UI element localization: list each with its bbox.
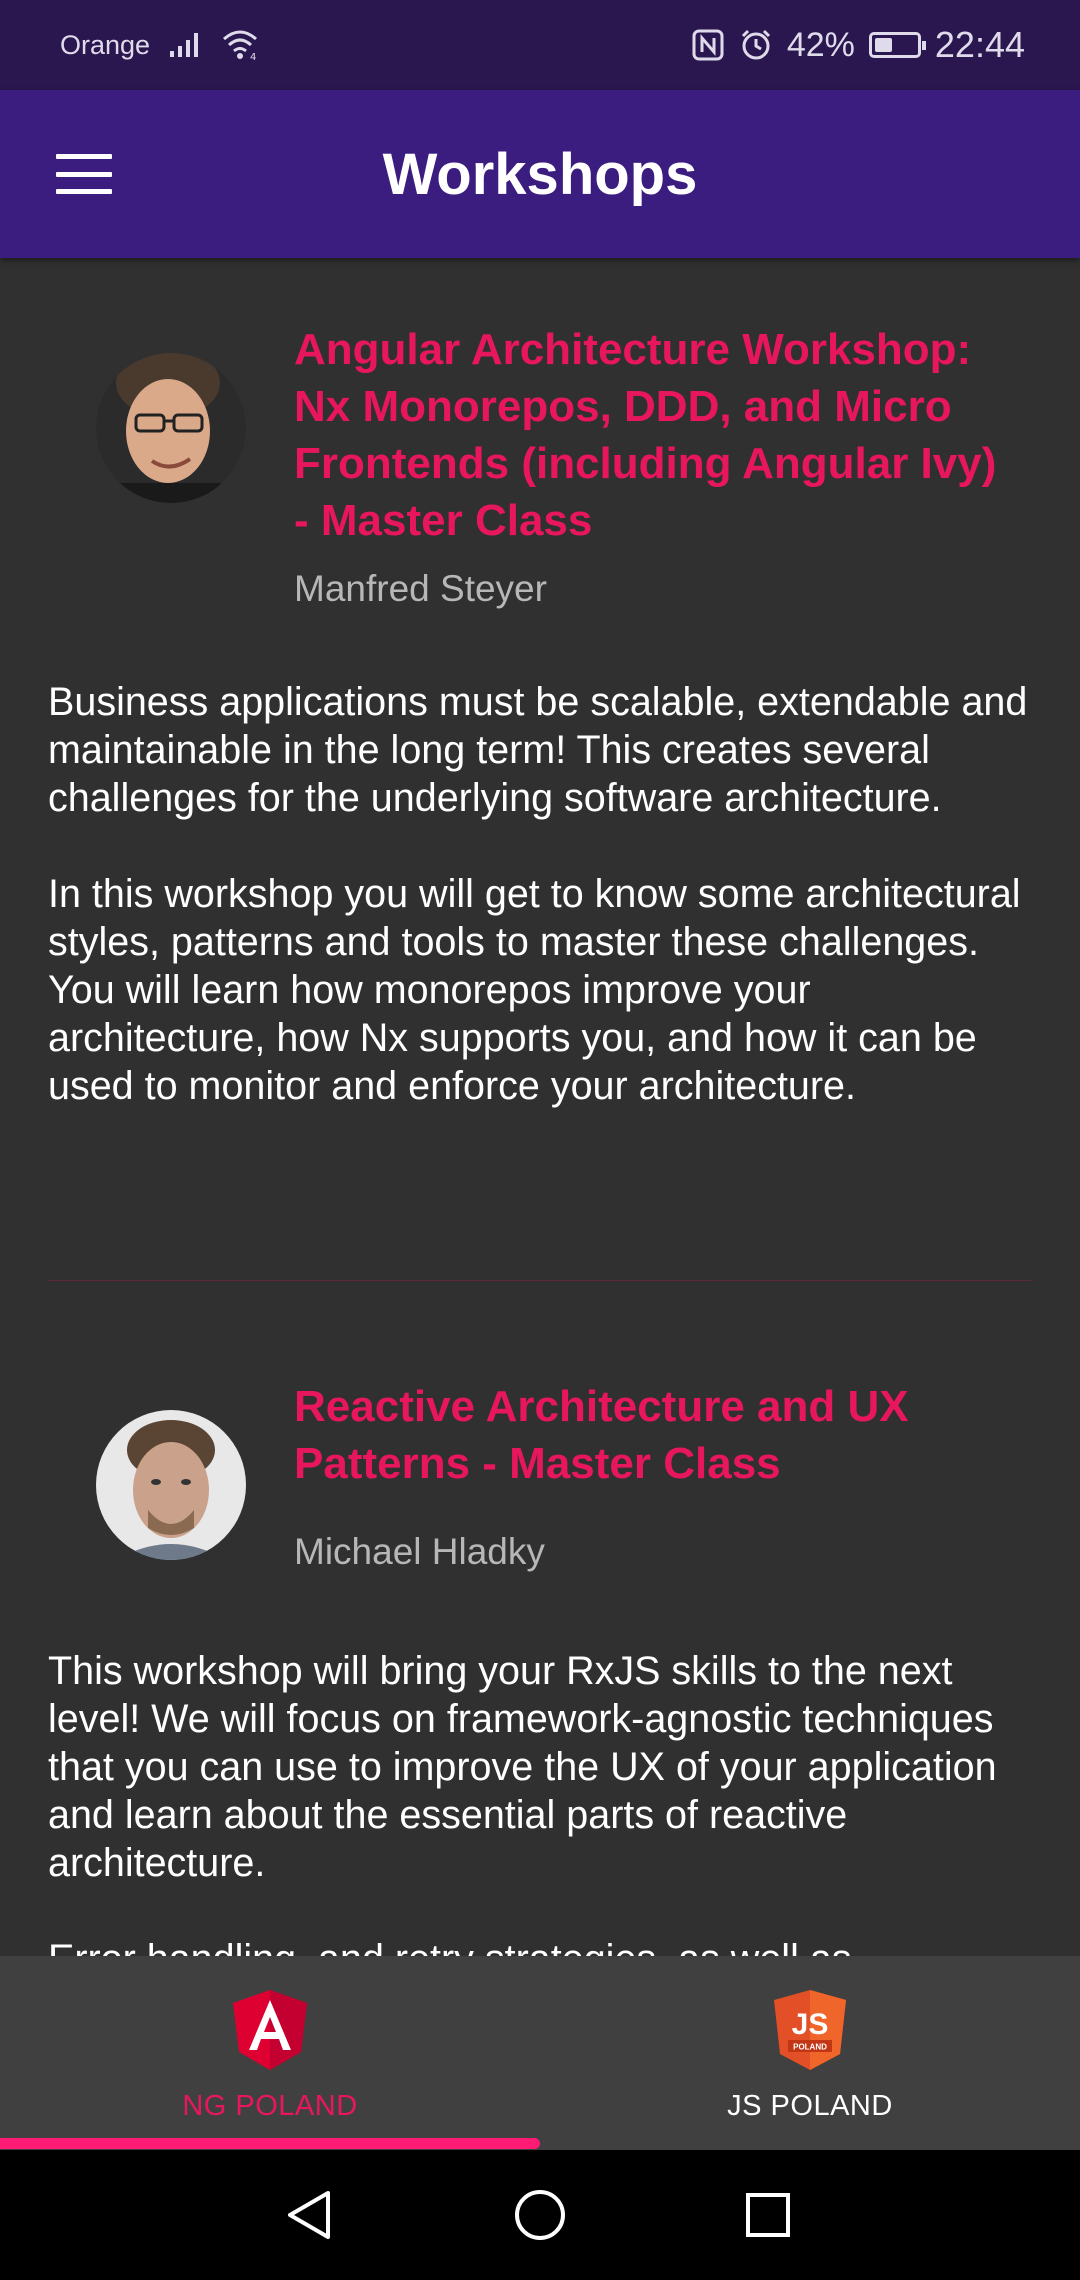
back-icon[interactable]	[288, 2191, 330, 2239]
workshop-title[interactable]: Angular Architecture Workshop: Nx Monore…	[294, 321, 1014, 549]
workshop-title[interactable]: Reactive Architecture and UX Patterns - …	[294, 1378, 1014, 1492]
workshop-description: This workshop will bring your RxJS skill…	[48, 1647, 1038, 1956]
workshop-list[interactable]: Angular Architecture Workshop: Nx Monore…	[0, 258, 1080, 1956]
svg-text:JS: JS	[792, 2008, 829, 2041]
home-icon[interactable]	[515, 2190, 565, 2240]
status-bar: Orange 4 42% 22:44	[0, 0, 1080, 90]
status-right: 42% 22:44	[691, 24, 1025, 66]
description-paragraph: Business applications must be scalable, …	[48, 680, 1028, 820]
system-nav-bar	[0, 2150, 1080, 2280]
signal-icon	[170, 33, 199, 57]
workshop-speaker: Michael Hladky	[294, 1531, 545, 1572]
tab-label: NG POLAND	[182, 2090, 358, 2122]
js-shield-icon: JS POLAND	[774, 1990, 846, 2070]
description-paragraph: This workshop will bring your RxJS skill…	[48, 1649, 997, 1885]
angular-shield-icon	[233, 1990, 307, 2070]
divider	[48, 1280, 1032, 1281]
description-paragraph: In this workshop you will get to know so…	[48, 872, 1021, 1108]
carrier-label: Orange	[60, 29, 151, 60]
battery-fill	[874, 38, 892, 52]
speaker-avatar	[96, 353, 246, 503]
battery-icon	[868, 32, 926, 58]
wifi-icon: 4	[223, 30, 258, 61]
svg-text:4: 4	[250, 52, 256, 61]
status-left: Orange 4	[60, 29, 691, 61]
clock: 22:44	[934, 24, 1025, 65]
workshop-description: Business applications must be scalable, …	[48, 678, 1038, 1110]
bottom-nav: NG POLAND JS POLAND JS POLAND	[0, 1956, 1080, 2150]
app-bar: Workshops	[0, 90, 1080, 258]
page-title: Workshops	[382, 141, 698, 207]
nfc-icon	[692, 29, 724, 61]
alarm-icon	[741, 29, 770, 60]
tab-js-poland[interactable]: JS POLAND JS POLAND	[540, 1956, 1080, 2150]
speaker-avatar	[96, 1410, 246, 1560]
menu-icon[interactable]	[56, 154, 112, 194]
tab-ng-poland[interactable]: NG POLAND	[0, 1956, 540, 2150]
svg-text:POLAND: POLAND	[793, 2043, 827, 2052]
battery-percent: 42%	[786, 25, 855, 64]
description-paragraph: Error handling, and retry strategies, as…	[48, 1935, 1038, 1956]
active-tab-indicator	[0, 2138, 540, 2149]
tab-label: JS POLAND	[727, 2090, 893, 2122]
recents-icon[interactable]	[746, 2193, 790, 2237]
workshop-speaker: Manfred Steyer	[294, 568, 547, 609]
